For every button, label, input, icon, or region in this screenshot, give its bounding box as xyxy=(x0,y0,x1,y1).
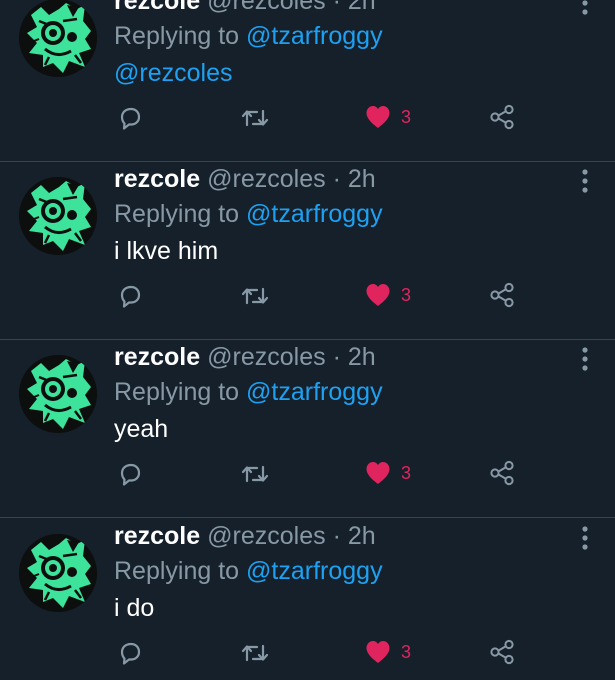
reply-target-link[interactable]: @tzarfroggy xyxy=(246,22,383,50)
retweet-button[interactable] xyxy=(240,104,270,130)
retweet-icon xyxy=(241,644,269,662)
retweet-icon xyxy=(241,109,269,127)
retweet-button[interactable] xyxy=(240,639,270,665)
avatar-image xyxy=(19,0,97,77)
reply-button[interactable] xyxy=(116,460,144,486)
author-handle[interactable]: @rezcoles xyxy=(207,0,325,15)
reply-icon xyxy=(120,642,141,665)
reply-context: Replying to @tzarfroggy xyxy=(114,21,383,51)
share-icon xyxy=(490,460,514,486)
share-button[interactable] xyxy=(489,282,515,308)
like-button[interactable] xyxy=(364,460,392,486)
tweet[interactable]: rezcole @rezcoles · 2h Replying to @tzar… xyxy=(0,340,615,518)
tweet-header: rezcole @rezcoles · 2h xyxy=(114,0,376,16)
like-count[interactable]: 3 xyxy=(401,283,411,307)
avatar[interactable] xyxy=(19,177,97,255)
author-name[interactable]: rezcole xyxy=(114,343,200,371)
heart-filled-icon xyxy=(366,106,390,128)
like-button[interactable] xyxy=(364,639,392,665)
more-vertical-icon xyxy=(582,169,588,193)
heart-filled-icon xyxy=(366,284,390,306)
like-button[interactable] xyxy=(364,104,392,130)
tweet-text: yeah xyxy=(114,415,169,443)
share-icon xyxy=(490,282,514,308)
like-button[interactable] xyxy=(364,282,392,308)
heart-filled-icon xyxy=(366,641,390,663)
reply-thread: rezcole @rezcoles · 2h Replying to @tzar… xyxy=(0,0,615,680)
author-handle[interactable]: @rezcoles xyxy=(207,522,325,550)
tweet-text: i lkve him xyxy=(114,237,219,265)
separator-dot: · xyxy=(332,0,341,15)
tweet-text: @rezcoles xyxy=(114,59,233,87)
reply-target-link[interactable]: @tzarfroggy xyxy=(246,557,383,585)
share-button[interactable] xyxy=(489,104,515,130)
tweet-text: i do xyxy=(114,594,155,622)
timestamp[interactable]: 2h xyxy=(348,343,376,371)
tweet-header: rezcole @rezcoles · 2h xyxy=(114,521,376,551)
author-handle[interactable]: @rezcoles xyxy=(207,343,325,371)
retweet-button[interactable] xyxy=(240,282,270,308)
share-icon xyxy=(490,639,514,665)
like-count[interactable]: 3 xyxy=(401,640,411,664)
more-options-button[interactable] xyxy=(577,0,593,16)
reply-button[interactable] xyxy=(116,282,144,308)
reply-context: Replying to @tzarfroggy xyxy=(114,377,383,407)
share-button[interactable] xyxy=(489,460,515,486)
author-handle[interactable]: @rezcoles xyxy=(207,165,325,193)
tweet[interactable]: rezcole @rezcoles · 2h Replying to @tzar… xyxy=(0,162,615,340)
reply-button[interactable] xyxy=(116,639,144,665)
more-options-button[interactable] xyxy=(577,525,593,551)
like-count[interactable]: 3 xyxy=(401,461,411,485)
reply-target-link[interactable]: @tzarfroggy xyxy=(246,200,383,228)
timestamp[interactable]: 2h xyxy=(348,0,376,15)
reply-prefix: Replying to xyxy=(114,557,240,585)
reply-context: Replying to @tzarfroggy xyxy=(114,556,383,586)
tweet-header: rezcole @rezcoles · 2h xyxy=(114,342,376,372)
reply-button[interactable] xyxy=(116,104,144,130)
author-name[interactable]: rezcole xyxy=(114,0,200,15)
heart-filled-icon xyxy=(366,462,390,484)
separator-dot: · xyxy=(332,343,341,371)
more-options-button[interactable] xyxy=(577,168,593,194)
more-vertical-icon xyxy=(582,0,588,15)
author-name[interactable]: rezcole xyxy=(114,165,200,193)
share-button[interactable] xyxy=(489,639,515,665)
retweet-button[interactable] xyxy=(240,460,270,486)
avatar-image xyxy=(19,355,97,433)
timestamp[interactable]: 2h xyxy=(348,165,376,193)
avatar-image xyxy=(19,177,97,255)
like-count[interactable]: 3 xyxy=(401,105,411,129)
separator-dot: · xyxy=(332,522,341,550)
reply-target-link[interactable]: @tzarfroggy xyxy=(246,378,383,406)
reply-icon xyxy=(120,463,141,486)
tweet-header: rezcole @rezcoles · 2h xyxy=(114,164,376,194)
author-name[interactable]: rezcole xyxy=(114,522,200,550)
reply-prefix: Replying to xyxy=(114,22,240,50)
more-vertical-icon xyxy=(582,526,588,550)
share-icon xyxy=(490,104,514,130)
avatar[interactable] xyxy=(19,534,97,612)
reply-prefix: Replying to xyxy=(114,378,240,406)
avatar[interactable] xyxy=(19,355,97,433)
reply-context: Replying to @tzarfroggy xyxy=(114,199,383,229)
reply-icon xyxy=(120,285,141,308)
tweet[interactable]: rezcole @rezcoles · 2h Replying to @tzar… xyxy=(0,0,615,162)
separator-dot: · xyxy=(332,165,341,193)
tweet[interactable]: rezcole @rezcoles · 2h Replying to @tzar… xyxy=(0,519,615,680)
avatar[interactable] xyxy=(19,0,97,77)
timestamp[interactable]: 2h xyxy=(348,522,376,550)
reply-icon xyxy=(120,107,141,130)
more-options-button[interactable] xyxy=(577,346,593,372)
reply-prefix: Replying to xyxy=(114,200,240,228)
retweet-icon xyxy=(241,287,269,305)
more-vertical-icon xyxy=(582,347,588,371)
avatar-image xyxy=(19,534,97,612)
retweet-icon xyxy=(241,465,269,483)
